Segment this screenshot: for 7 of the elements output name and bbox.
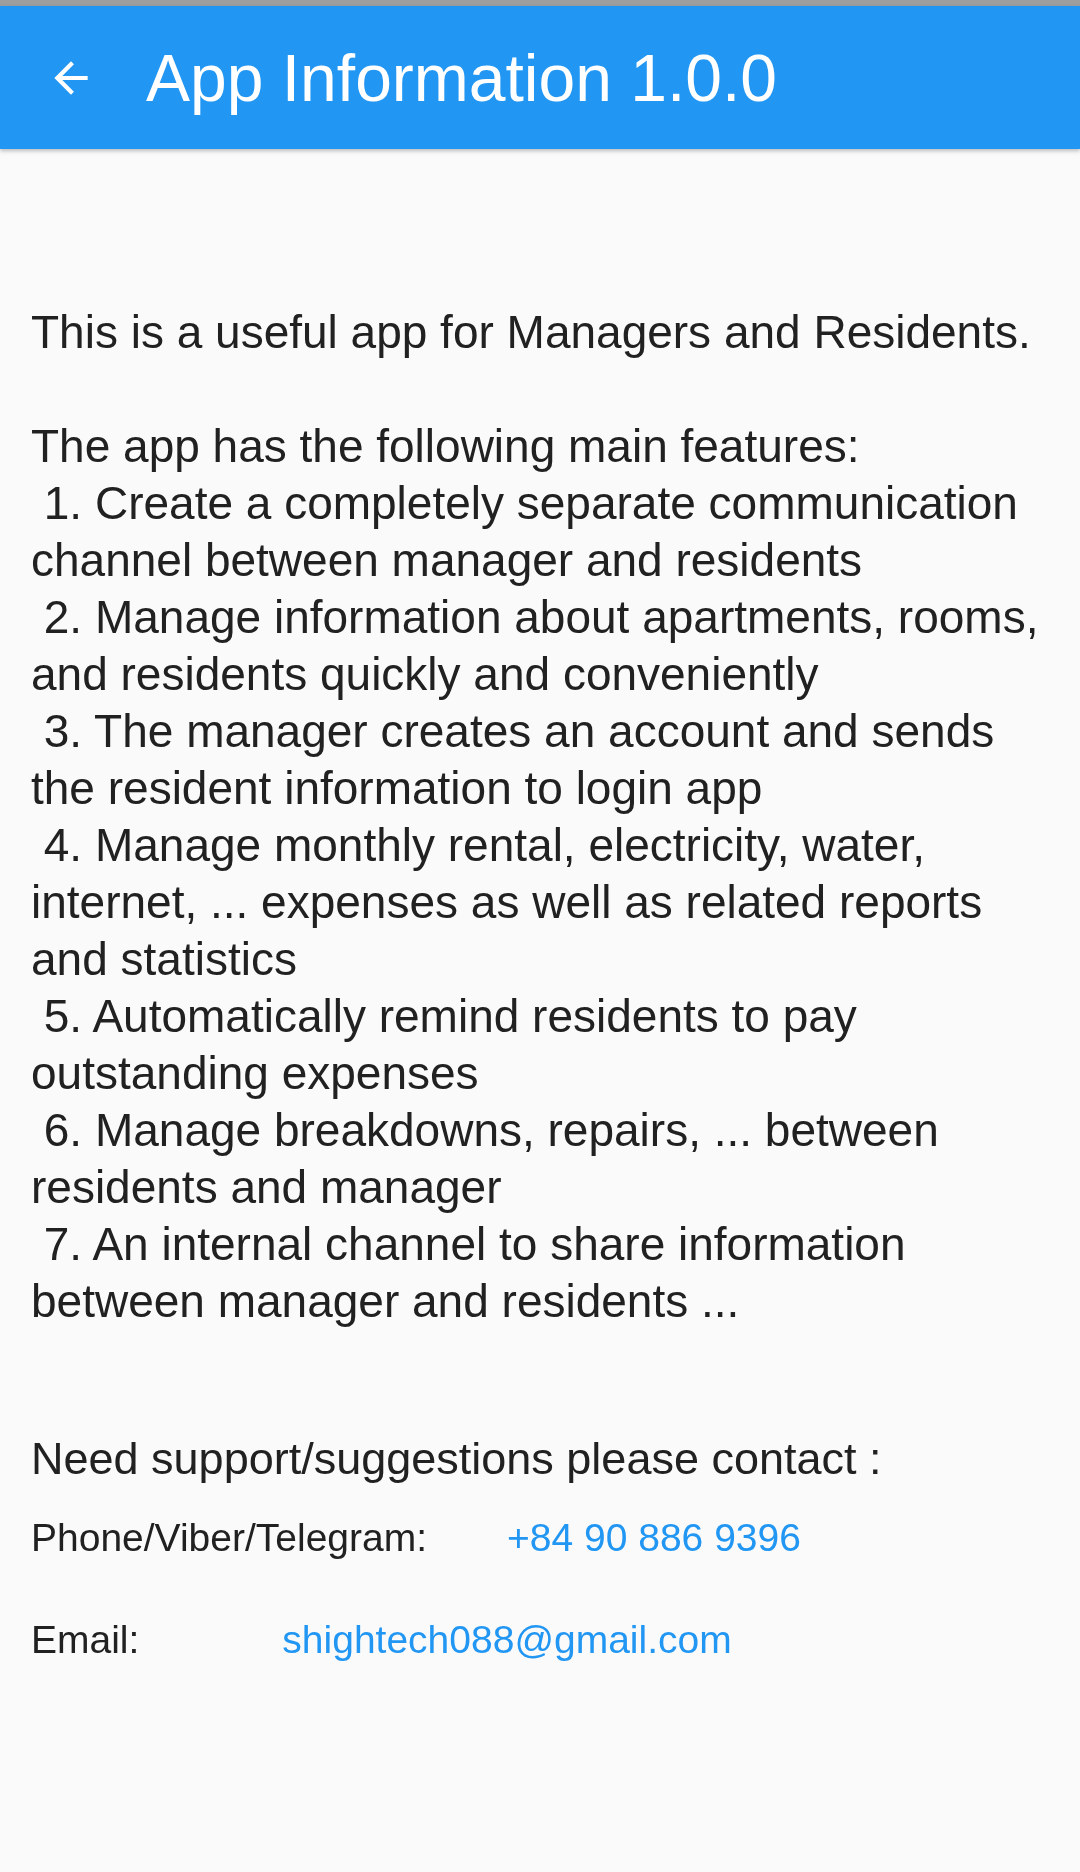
support-heading: Need support/suggestions please contact : (31, 1432, 883, 1486)
app-bar-title: App Information 1.0.0 (146, 39, 778, 116)
contact-link[interactable]: +84 90 886 9396 (507, 1516, 801, 1560)
contact-label: Email: (31, 1618, 140, 1662)
app-description: This is a useful app for Managers and Residents. The app has the following main features: 1. Create a completely separate communication channel between manager and residents 2. Manage information about apartments, rooms, and residents quickly and conveniently 3. The manager creates an account and sends the resident information to login app 4. Manage monthly rental, electricity, water, internet, ... expenses as well as related reports and statistics 5. Automatically remind residents to pay outstanding expenses 6. Manage breakdowns, repairs, ... between residents and manager 7. An internal channel to share information between manager and residents ... (31, 305, 1040, 1329)
contact-label: Phone/Viber/Telegram: (31, 1516, 428, 1560)
contact-link[interactable]: shightech088@gmail.com (282, 1618, 732, 1662)
